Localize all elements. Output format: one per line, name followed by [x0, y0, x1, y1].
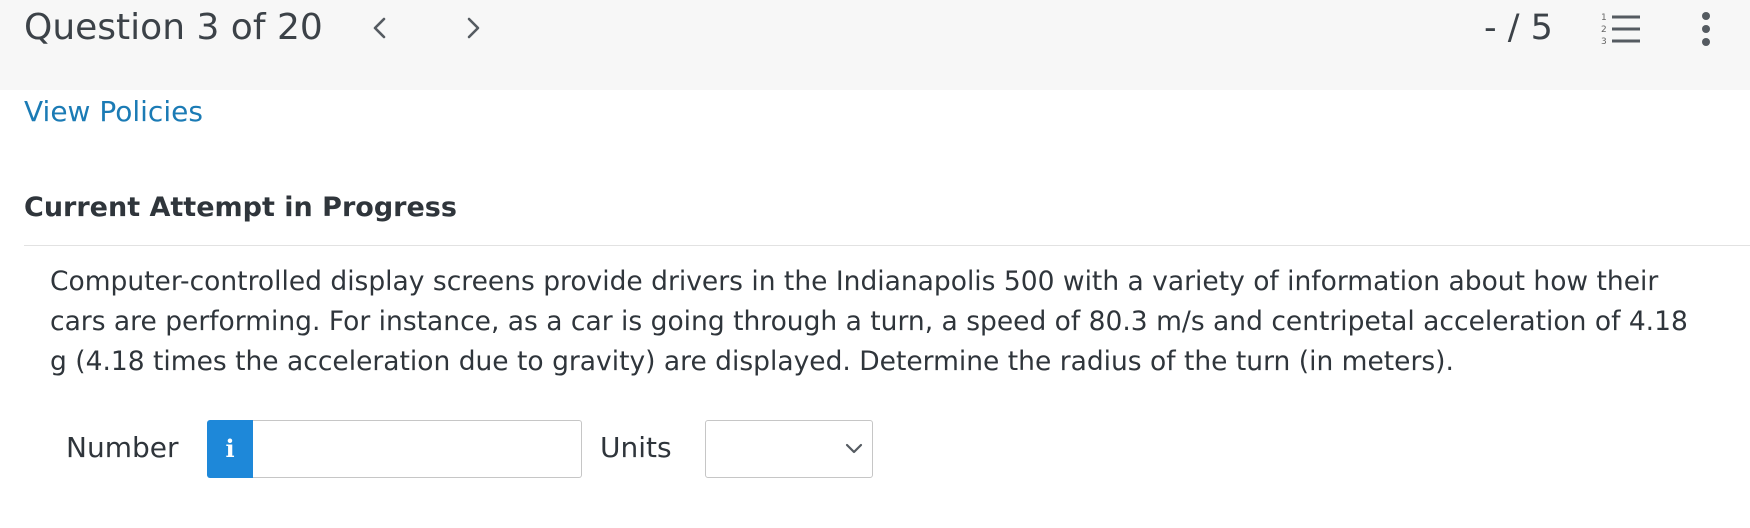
- more-options-button[interactable]: [1696, 8, 1716, 50]
- units-label: Units: [600, 431, 672, 464]
- previous-question-button[interactable]: [363, 11, 397, 45]
- chevron-down-icon: [845, 443, 863, 454]
- section-divider: [24, 245, 1750, 246]
- chevron-left-icon: [373, 17, 386, 39]
- units-select[interactable]: [705, 420, 873, 478]
- view-policies-link[interactable]: View Policies: [24, 94, 203, 130]
- svg-text:2: 2: [1601, 25, 1607, 35]
- numbered-list-icon: 1 2 3: [1601, 13, 1640, 47]
- next-question-button[interactable]: [456, 11, 490, 45]
- question-list-button[interactable]: 1 2 3: [1598, 10, 1644, 48]
- question-text: Computer-controlled display screens prov…: [50, 266, 1688, 377]
- question-header: Question 3 of 20 - / 5 1 2 3: [0, 0, 1750, 90]
- info-icon: i: [225, 434, 235, 463]
- more-vertical-icon: [1702, 12, 1710, 46]
- number-label: Number: [66, 431, 179, 464]
- question-counter: Question 3 of 20: [24, 7, 323, 48]
- info-button[interactable]: i: [207, 420, 253, 478]
- svg-text:1: 1: [1601, 13, 1607, 23]
- number-input[interactable]: [253, 420, 582, 478]
- question-score: - / 5: [1484, 8, 1553, 48]
- svg-text:3: 3: [1601, 37, 1607, 47]
- chevron-right-icon: [467, 17, 480, 39]
- section-title: Current Attempt in Progress: [24, 192, 457, 223]
